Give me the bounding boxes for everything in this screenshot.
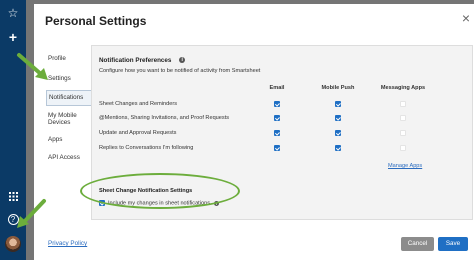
nav-item-settings[interactable]: Settings [46, 72, 92, 86]
row-label: @Mentions, Sharing Invitations, and Proo… [99, 115, 230, 121]
column-header-email: Email [269, 85, 285, 91]
personal-settings-modal: Personal Settings × Profile Settings Not… [34, 4, 474, 260]
preferences-title: Notification Preferences i [99, 57, 186, 64]
save-button[interactable]: Save [438, 237, 468, 251]
messaging-checkbox-update-approval [400, 130, 406, 136]
row-label: Update and Approval Requests [99, 130, 177, 136]
email-checkbox-replies[interactable] [274, 145, 280, 151]
nav-item-api-access[interactable]: API Access [46, 151, 92, 165]
messaging-checkbox-replies [400, 145, 406, 151]
push-checkbox-sheet-changes[interactable] [335, 101, 341, 107]
nav-item-profile[interactable]: Profile [46, 52, 92, 66]
nav-item-mobile-devices[interactable]: My Mobile Devices [46, 109, 84, 130]
messaging-checkbox-sheet-changes [400, 101, 406, 107]
annotation-arrow-avatar [17, 199, 46, 228]
preferences-title-text: Notification Preferences [99, 57, 172, 64]
row-label: Replies to Conversations I'm following [99, 145, 194, 151]
push-checkbox-update-approval[interactable] [335, 130, 341, 136]
messaging-checkbox-mentions [400, 115, 406, 121]
close-icon[interactable]: × [462, 10, 470, 26]
settings-nav: Profile Settings Notifications My Mobile… [46, 52, 92, 165]
annotation-arrow-notifications [17, 53, 48, 80]
nav-item-apps[interactable]: Apps [46, 133, 92, 147]
column-header-mobile-push: Mobile Push [321, 85, 355, 91]
row-label: Sheet Changes and Reminders [99, 101, 178, 107]
info-icon[interactable]: i [179, 57, 186, 64]
modal-title: Personal Settings [45, 14, 147, 28]
star-icon[interactable]: ☆ [0, 6, 26, 20]
push-checkbox-replies[interactable] [335, 145, 341, 151]
manage-apps-link[interactable]: Manage Apps [388, 163, 422, 169]
push-checkbox-mentions[interactable] [335, 115, 341, 121]
plus-icon[interactable]: + [0, 29, 26, 45]
nav-item-notifications[interactable]: Notifications [46, 90, 92, 106]
preferences-description: Configure how you want to be notified of… [99, 68, 261, 74]
email-checkbox-update-approval[interactable] [274, 130, 280, 136]
email-checkbox-sheet-changes[interactable] [274, 101, 280, 107]
privacy-policy-link[interactable]: Privacy Policy [48, 240, 87, 247]
cancel-button[interactable]: Cancel [401, 237, 434, 251]
avatar[interactable] [5, 236, 21, 252]
email-checkbox-mentions[interactable] [274, 115, 280, 121]
highlight-ellipse [80, 173, 240, 209]
column-header-messaging-apps: Messaging Apps [380, 85, 426, 91]
